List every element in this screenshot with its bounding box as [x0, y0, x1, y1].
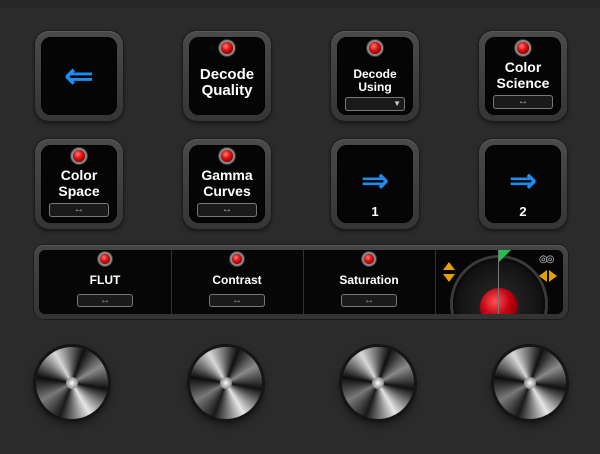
flut-toggle[interactable]: ↔ [77, 294, 133, 307]
key-face: ⇒ 2 [485, 145, 561, 223]
forward-1-number: 1 [371, 204, 379, 219]
left-right-arrow-icon: ↔ [517, 95, 529, 107]
status-led [369, 42, 381, 54]
status-led [100, 254, 110, 264]
color-science-toggle[interactable]: ↔ [493, 95, 553, 109]
chevron-down-icon: ▼ [393, 99, 401, 108]
back-button[interactable]: ⇐ [35, 31, 123, 121]
flut-label: FLUT [89, 273, 121, 287]
double-arrow-right-icon: ⇒ [508, 162, 538, 200]
status-led [73, 150, 85, 162]
forward-1-button[interactable]: ⇒ 1 [331, 139, 419, 229]
key-face: ⇒ 1 [337, 145, 413, 223]
saturation-label: Saturation [339, 273, 399, 287]
adjustment-bar-inner: FLUT ↔ Contrast ↔ Saturation ↔ ◎◎ [39, 250, 563, 314]
status-led [517, 42, 529, 54]
color-science-button[interactable]: Color Science ↔ [479, 31, 567, 121]
color-space-line2: Space [58, 183, 100, 199]
status-led [364, 254, 374, 264]
contrast-segment[interactable]: Contrast ↔ [171, 250, 304, 314]
left-right-arrow-icon: ↔ [73, 203, 85, 215]
gamma-curves-line1: Gamma [201, 167, 253, 183]
jog-control[interactable]: ◎◎ [435, 250, 563, 314]
contrast-label: Contrast [212, 273, 262, 287]
knob-2[interactable] [190, 347, 262, 419]
saturation-segment[interactable]: Saturation ↔ [303, 250, 436, 314]
key-face: Decode Using ▼ [337, 37, 413, 115]
arrow-up-icon [443, 262, 455, 270]
double-arrow-right-icon: ⇒ [360, 162, 390, 200]
rings-icon: ◎◎ [539, 254, 555, 265]
gamma-curves-toggle[interactable]: ↔ [197, 203, 257, 217]
double-arrow-left-icon: ⇐ [63, 55, 95, 96]
key-face: Decode Quality [189, 37, 265, 115]
left-right-arrow-icon: ↔ [100, 295, 110, 306]
top-strip [0, 0, 600, 8]
arrow-down-icon [443, 274, 455, 282]
key-face: Color Science ↔ [485, 37, 561, 115]
color-space-line1: Color [60, 167, 98, 183]
key-face: ⇐ [41, 37, 117, 115]
left-right-arrow-icon: ↔ [364, 295, 374, 306]
decode-quality-button[interactable]: Decode Quality [183, 31, 271, 121]
arrow-right-icon [549, 270, 557, 282]
arrow-left-icon [539, 270, 547, 282]
color-space-button[interactable]: Color Space ↔ [35, 139, 123, 229]
decode-quality-line2: Quality [201, 82, 253, 99]
gamma-curves-line2: Curves [203, 183, 251, 199]
knob-4[interactable] [494, 347, 566, 419]
status-led [221, 150, 233, 162]
left-right-arrow-icon: ↔ [221, 203, 233, 215]
decode-using-dropdown[interactable]: ▼ [345, 97, 405, 111]
key-face: Color Space ↔ [41, 145, 117, 223]
gamma-curves-button[interactable]: Gamma Curves ↔ [183, 139, 271, 229]
contrast-toggle[interactable]: ↔ [209, 294, 265, 307]
left-right-arrow-icon: ↔ [232, 295, 242, 306]
forward-2-number: 2 [519, 204, 527, 219]
status-led [221, 42, 233, 54]
color-science-line2: Science [496, 75, 550, 91]
forward-2-button[interactable]: ⇒ 2 [479, 139, 567, 229]
flut-segment[interactable]: FLUT ↔ [39, 250, 172, 314]
color-science-line1: Color [504, 59, 542, 75]
decode-using-button[interactable]: Decode Using ▼ [331, 31, 419, 121]
status-led [232, 254, 242, 264]
position-flag-icon [499, 250, 511, 262]
saturation-toggle[interactable]: ↔ [341, 294, 397, 307]
decode-using-line1: Decode [353, 67, 397, 81]
knob-3[interactable] [342, 347, 414, 419]
color-space-toggle[interactable]: ↔ [49, 203, 109, 217]
decode-quality-line1: Decode [199, 66, 255, 83]
adjustment-bar: FLUT ↔ Contrast ↔ Saturation ↔ ◎◎ [34, 245, 568, 319]
decode-using-line2: Using [358, 80, 392, 94]
knob-1[interactable] [36, 347, 108, 419]
key-face: Gamma Curves ↔ [189, 145, 265, 223]
